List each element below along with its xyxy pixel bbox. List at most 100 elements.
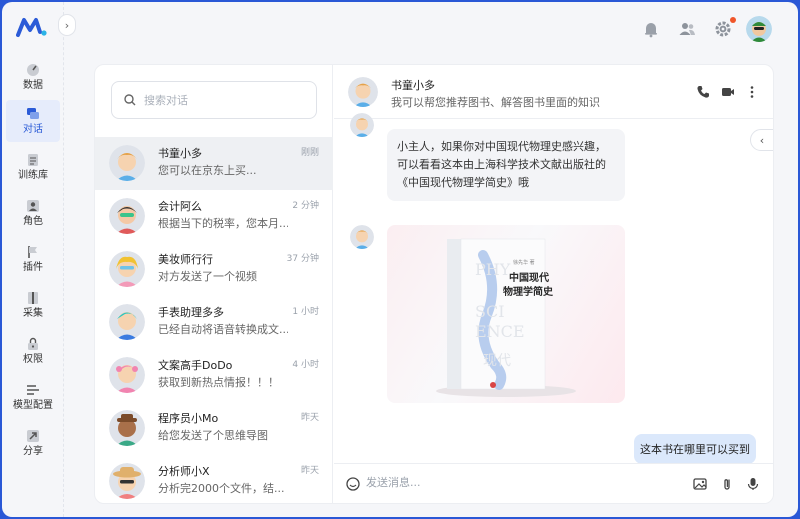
conversation-preview: 获取到新热点情报！！！ — [158, 376, 279, 389]
chat-title: 书童小多 — [391, 79, 435, 92]
more-options-icon[interactable] — [745, 85, 759, 99]
sidebar-item-label: 模型配置 — [13, 399, 53, 411]
sidebar: › 数据 对话 训练库 角色 插件 采集 权限 模型配置 分享 — [2, 2, 76, 517]
conversation-time: 37 分钟 — [286, 254, 319, 264]
sidebar-item-label: 训练库 — [18, 169, 48, 181]
users-icon[interactable] — [678, 20, 696, 38]
conversation-preview: 根据当下的税率，您本月... — [158, 217, 288, 230]
search-box[interactable] — [111, 81, 317, 119]
microphone-icon[interactable] — [746, 477, 760, 491]
video-call-icon[interactable] — [721, 85, 735, 99]
avatar — [109, 410, 145, 446]
conversation-item[interactable]: 分析师小X 昨天 分析完2000个文件，结... — [95, 455, 333, 503]
conversation-name: 会计阿么 — [158, 200, 202, 213]
sidebar-item-plugin[interactable]: 插件 — [6, 238, 60, 280]
notification-dot — [730, 17, 736, 23]
svg-text:SCI: SCI — [475, 302, 505, 321]
conversation-name: 手表助理多多 — [158, 306, 224, 319]
chat-icon — [27, 107, 39, 119]
svg-text:PHY: PHY — [475, 260, 511, 279]
conversation-time: 2 分钟 — [292, 201, 319, 211]
svg-text:ENCE: ENCE — [475, 322, 525, 341]
dashboard-icon — [27, 63, 39, 76]
sidebar-item-collect[interactable]: 采集 — [6, 284, 60, 326]
sidebar-item-data[interactable]: 数据 — [6, 56, 60, 98]
conversation-list: 书童小多 刚刚 您可以在京东上买... 会计阿么 2 分钟 根据当下的税率，您本… — [95, 65, 333, 503]
book-title: 中国现代 — [509, 273, 549, 284]
message-input[interactable] — [366, 476, 646, 489]
chat-header: 书童小多 我可以帮您推荐图书、解答图书里面的知识 — [334, 65, 773, 119]
book-icon — [28, 291, 38, 304]
conversation-item[interactable]: 书童小多 刚刚 您可以在京东上买... — [95, 137, 333, 190]
chat-pane: 书童小多 我可以帮您推荐图书、解答图书里面的知识 ‹ 小主人，如果你对中国现代物… — [334, 65, 773, 503]
sidebar-item-train[interactable]: 训练库 — [6, 146, 60, 188]
emoji-icon[interactable] — [346, 477, 360, 491]
conversation-time: 刚刚 — [300, 148, 319, 158]
sidebar-item-label: 对话 — [23, 123, 43, 135]
svg-text:现代: 现代 — [483, 353, 511, 369]
lock-icon — [28, 337, 38, 350]
chevron-right-icon: › — [64, 18, 70, 32]
conversation-preview: 已经自动将语音转换成文... — [158, 323, 288, 336]
conversation-item[interactable]: 美妆师行行 37 分钟 对方发送了一个视频 — [95, 243, 333, 296]
bot-message: 小主人，如果你对中国现代物理史感兴趣，可以看看这本由上海科学技术文献出版社的《中… — [387, 129, 625, 201]
sidebar-item-label: 插件 — [23, 261, 43, 273]
sidebar-item-label: 角色 — [23, 215, 43, 227]
main-card: 书童小多 刚刚 您可以在京东上买... 会计阿么 2 分钟 根据当下的税率，您本… — [94, 64, 774, 504]
search-input[interactable] — [144, 93, 304, 107]
avatar — [109, 251, 145, 287]
sidebar-item-perm[interactable]: 权限 — [6, 330, 60, 372]
conversation-time: 昨天 — [300, 466, 319, 476]
book-title-line2: 物理学简史 — [503, 287, 553, 298]
side-panel-toggle[interactable]: ‹ — [750, 129, 773, 151]
person-icon — [27, 199, 39, 212]
phone-icon[interactable] — [696, 85, 710, 99]
book-author: 徐先华 著 — [513, 260, 535, 266]
share-icon — [27, 429, 39, 442]
attachment-icon[interactable] — [720, 477, 734, 491]
user-message: 这本书在哪里可以买到 — [634, 434, 756, 464]
sliders-icon — [27, 384, 39, 395]
image-upload-icon[interactable] — [693, 477, 707, 491]
chevron-left-icon: ‹ — [759, 133, 765, 147]
sidebar-item-label: 分享 — [23, 445, 43, 457]
brand-logo[interactable] — [16, 16, 48, 38]
sidebar-item-label: 数据 — [23, 79, 43, 91]
conversation-preview: 给您发送了个思维导图 — [158, 429, 268, 442]
sidebar-item-chat[interactable]: 对话 — [6, 100, 60, 142]
conversation-name: 文案高手DoDo — [158, 359, 233, 372]
flag-icon — [28, 245, 37, 258]
sidebar-item-model[interactable]: 模型配置 — [6, 376, 60, 418]
chat-avatar — [348, 77, 378, 107]
sidebar-item-role[interactable]: 角色 — [6, 192, 60, 234]
bot-avatar — [350, 113, 374, 137]
sidebar-item-label: 采集 — [23, 307, 43, 319]
conversation-item[interactable]: 会计阿么 2 分钟 根据当下的税率，您本月... — [95, 190, 333, 243]
conversation-name: 分析师小X — [158, 465, 210, 478]
conversation-item[interactable]: 手表助理多多 1 小时 已经自动将语音转换成文... — [95, 296, 333, 349]
gear-icon[interactable] — [714, 20, 732, 38]
bell-icon[interactable] — [642, 20, 660, 38]
document-icon — [28, 153, 38, 166]
conversation-time: 昨天 — [300, 413, 319, 423]
avatar — [109, 145, 145, 181]
conversation-item[interactable]: 程序员小Mo 昨天 给您发送了个思维导图 — [95, 402, 333, 455]
avatar — [109, 304, 145, 340]
conversation-preview: 您可以在京东上买... — [158, 164, 257, 177]
book-image-message[interactable]: PHY SCI ENCE 现代 徐先华 著 中国现代 物理学简史 — [387, 225, 625, 403]
book-cover-image: PHY SCI ENCE 现代 — [436, 238, 576, 397]
avatar-image — [746, 16, 772, 42]
user-avatar[interactable] — [746, 16, 772, 42]
chat-subtitle: 我可以帮您推荐图书、解答图书里面的知识 — [391, 96, 600, 109]
avatar — [109, 357, 145, 393]
avatar — [109, 198, 145, 234]
sidebar-collapse-button[interactable]: › — [58, 14, 76, 36]
conversation-time: 1 小时 — [292, 307, 319, 317]
sidebar-item-share[interactable]: 分享 — [6, 422, 60, 464]
avatar — [109, 463, 145, 499]
search-icon — [124, 94, 136, 106]
conversation-name: 程序员小Mo — [158, 412, 219, 425]
conversation-item[interactable]: 文案高手DoDo 4 小时 获取到新热点情报！！！ — [95, 349, 333, 402]
conversation-preview: 对方发送了一个视频 — [158, 270, 257, 283]
conversation-preview: 分析完2000个文件，结... — [158, 482, 285, 495]
